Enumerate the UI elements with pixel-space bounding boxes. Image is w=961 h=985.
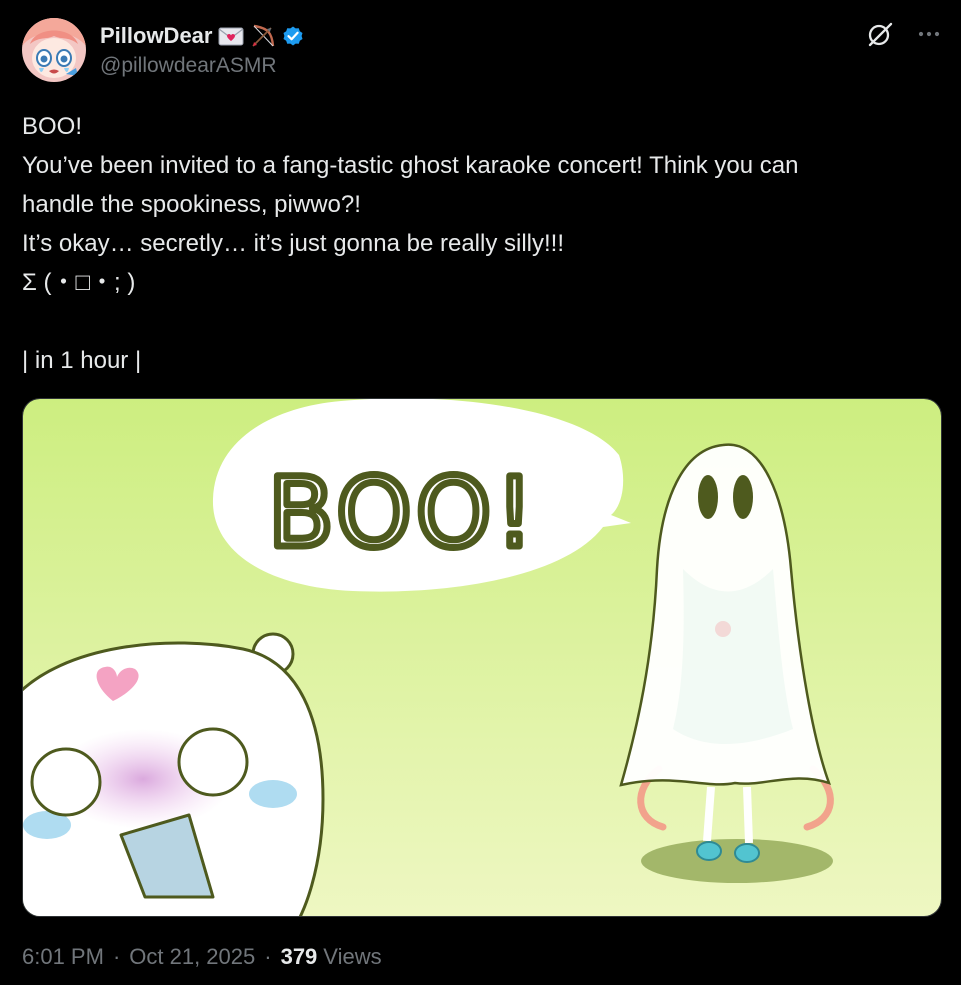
views-label: Views bbox=[323, 944, 382, 969]
bow-and-arrow-emoji bbox=[252, 24, 275, 47]
tweet-line bbox=[22, 302, 942, 341]
tweet-line: You’ve been invited to a fang-tastic gho… bbox=[22, 152, 799, 179]
tweet-line: BOO! bbox=[22, 113, 83, 140]
more-icon[interactable] bbox=[916, 21, 942, 47]
speech-bubble-text: BOO! bbox=[268, 457, 538, 569]
tweet-line: Σ (・□・; ) bbox=[22, 269, 136, 296]
separator: · bbox=[264, 944, 272, 969]
tweet-meta: 6:01 PM · Oct 21, 2025 · 379 Views bbox=[22, 944, 382, 970]
tweet-media[interactable]: BOO! bbox=[22, 398, 942, 917]
user-names: PillowDear @pillowdearASMR bbox=[100, 22, 305, 78]
love-letter-emoji bbox=[218, 27, 244, 46]
tweet-line: handle the spookiness, piwwo?! bbox=[22, 191, 361, 218]
header-actions bbox=[866, 20, 942, 48]
tweet-line: It’s okay… secretly… it’s just gonna be … bbox=[22, 230, 564, 257]
avatar-image bbox=[22, 18, 86, 82]
tweet-text: BOO! You’ve been invited to a fang-tasti… bbox=[22, 107, 942, 380]
blob-mascot bbox=[23, 632, 325, 916]
avatar[interactable] bbox=[22, 18, 86, 82]
separator: · bbox=[112, 944, 121, 969]
grok-icon[interactable] bbox=[866, 20, 894, 48]
views-count: 379 bbox=[280, 944, 318, 969]
tweet-line: | in 1 hour | bbox=[22, 347, 142, 374]
tweet-header: PillowDear @pillowdearASMR bbox=[22, 18, 942, 84]
media-illustration: BOO! bbox=[23, 399, 941, 916]
verified-badge-icon[interactable] bbox=[281, 24, 305, 48]
tweet-time[interactable]: 6:01 PM bbox=[22, 944, 104, 970]
tweet: PillowDear @pillowdearASMR BOO! You’ve b… bbox=[0, 0, 961, 985]
name-row: PillowDear bbox=[100, 22, 305, 50]
tweet-date[interactable]: Oct 21, 2025 bbox=[129, 944, 255, 970]
user-handle[interactable]: @pillowdearASMR bbox=[100, 54, 305, 78]
display-name[interactable]: PillowDear bbox=[100, 23, 212, 49]
